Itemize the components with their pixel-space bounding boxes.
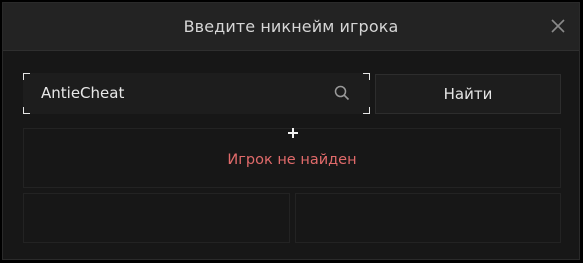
focus-corner (363, 73, 370, 80)
empty-slot-right (295, 193, 561, 243)
close-icon (551, 19, 565, 33)
find-button[interactable]: Найти (375, 74, 561, 114)
focus-corner (363, 107, 370, 114)
close-button[interactable] (547, 15, 569, 37)
dialog-title: Введите никнейм игрока (183, 17, 399, 36)
search-field[interactable] (23, 73, 370, 114)
dialog-header: Введите никнейм игрока (3, 3, 579, 51)
nickname-input[interactable] (41, 83, 321, 103)
empty-slot-left (23, 193, 290, 243)
focus-corner (23, 107, 30, 114)
search-result-panel: Игрок не найден (23, 128, 561, 188)
plus-cursor-icon (287, 127, 299, 139)
focus-corner (23, 73, 30, 80)
not-found-message: Игрок не найден (227, 152, 357, 168)
search-icon[interactable] (334, 85, 350, 101)
player-search-dialog: Введите никнейм игрока Найти (2, 2, 580, 260)
